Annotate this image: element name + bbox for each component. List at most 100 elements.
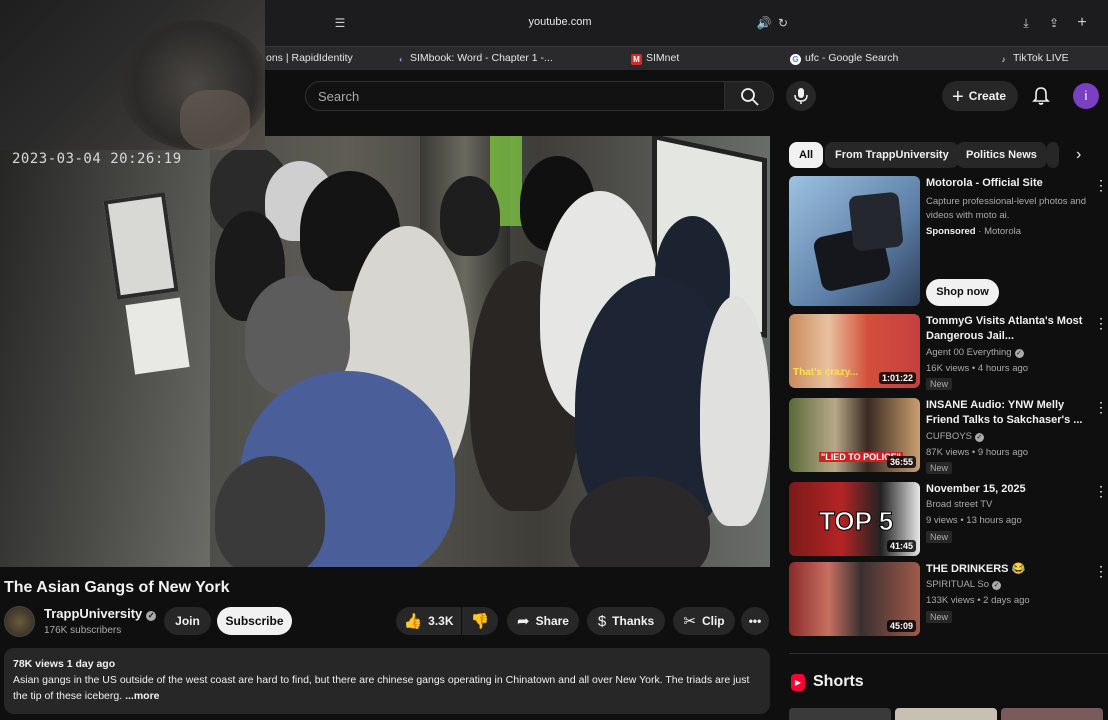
- search-button[interactable]: [724, 81, 774, 111]
- tab-google-search[interactable]: Gufc - Google Search: [790, 47, 898, 71]
- clip-button[interactable]: ✂ Clip: [673, 607, 735, 635]
- ad-sponsor-label: Sponsored · Motorola: [926, 226, 1022, 237]
- video-title: TommyG Visits Atlanta's Most Dangerous J…: [926, 315, 1083, 342]
- video-thumbnail[interactable]: "LIED TO POLICE" 36:55: [789, 398, 920, 472]
- tab-tiktok-live[interactable]: ♪ TikTok LIVE: [998, 47, 1069, 71]
- share-button[interactable]: ➦ Share: [507, 607, 579, 635]
- video-title: November 15, 2025: [926, 483, 1026, 495]
- chevron-right-icon[interactable]: ›: [1076, 146, 1081, 164]
- share-arrow-icon: ➦: [517, 613, 530, 630]
- ad-menu-icon[interactable]: ⋮: [1094, 178, 1108, 192]
- views-and-date: 78K views 1 day ago: [13, 658, 116, 670]
- like-button[interactable]: 👍 3.3K: [396, 607, 461, 635]
- video-thumbnail[interactable]: TOP 5 41:45: [789, 482, 920, 556]
- chip-all[interactable]: All: [789, 142, 824, 168]
- new-badge: New: [926, 378, 953, 390]
- video-meta: 87K views • 9 hours ago: [926, 447, 1029, 458]
- video-meta: 133K views • 2 days ago: [926, 595, 1030, 606]
- recommended-video[interactable]: "LIED TO POLICE" 36:55 INSANE Audio: YNW…: [789, 398, 1108, 474]
- new-badge: New: [926, 531, 953, 543]
- shorts-heading: Shorts: [813, 673, 864, 690]
- chip-from-channel[interactable]: From TrappUniversity: [825, 142, 959, 168]
- webcam-overlay: [0, 0, 265, 150]
- verified-icon: ✓: [992, 581, 1002, 590]
- video-menu-icon[interactable]: ⋮: [1094, 484, 1108, 498]
- new-tab-icon[interactable]: +: [1074, 15, 1090, 31]
- channel-name[interactable]: Agent 00 Everything ✓: [926, 347, 1024, 358]
- video-menu-icon[interactable]: ⋮: [1094, 400, 1108, 414]
- subscribe-button[interactable]: Subscribe: [217, 607, 292, 635]
- channel-name[interactable]: SPIRITUAL So ✓: [926, 579, 1002, 590]
- video-meta: 9 views • 13 hours ago: [926, 515, 1022, 526]
- thumbs-down-icon: 👎: [470, 613, 490, 630]
- thanks-icon: $: [597, 613, 607, 630]
- search-icon: [741, 88, 759, 106]
- tab-simbook[interactable]: ◖ SIMbook: Word - Chapter 1 -...: [395, 47, 553, 71]
- channel-name[interactable]: CUFBOYS ✓: [926, 431, 984, 442]
- shop-now-button[interactable]: Shop now: [926, 279, 999, 306]
- reload-icon[interactable]: ↻: [775, 15, 791, 31]
- downloads-icon[interactable]: ⤓: [1018, 15, 1034, 31]
- chip-overflow[interactable]: [1047, 142, 1059, 168]
- subscriber-count: 176K subscribers: [44, 625, 122, 636]
- new-badge: New: [926, 611, 953, 623]
- show-more-link[interactable]: ...more: [125, 690, 159, 702]
- thumbs-up-icon: 👍: [403, 613, 423, 630]
- audio-playing-icon[interactable]: 🔊: [756, 15, 772, 31]
- divider: [789, 653, 1108, 654]
- video-meta: 16K views • 4 hours ago: [926, 363, 1029, 374]
- short-thumbnail[interactable]: [895, 708, 997, 720]
- google-icon: G: [790, 54, 801, 65]
- video-title: The Asian Gangs of New York: [4, 579, 230, 596]
- recommended-video[interactable]: 45:09 THE DRINKERS 😂 SPIRITUAL So ✓ 133K …: [789, 562, 1108, 638]
- tab-simnet[interactable]: M SIMnet: [631, 47, 679, 71]
- video-menu-icon[interactable]: ⋮: [1094, 564, 1108, 578]
- chip-politics-news[interactable]: Politics News: [956, 142, 1047, 168]
- account-avatar[interactable]: i: [1073, 83, 1099, 109]
- join-button[interactable]: Join: [164, 607, 211, 635]
- duration-badge: 45:09: [886, 620, 916, 632]
- channel-name[interactable]: Broad street TV: [926, 499, 992, 510]
- new-badge: New: [926, 462, 953, 474]
- video-menu-icon[interactable]: ⋮: [1094, 316, 1108, 330]
- plus-icon: +: [952, 86, 964, 108]
- short-thumbnail[interactable]: [789, 708, 891, 720]
- more-horizontal-icon: •••: [748, 614, 762, 628]
- more-actions-button[interactable]: •••: [741, 607, 769, 635]
- video-thumbnail[interactable]: 45:09: [789, 562, 920, 636]
- duration-badge: 1:01:22: [878, 372, 916, 384]
- address-bar[interactable]: youtube.com: [470, 16, 650, 28]
- ad-title: Motorola - Official Site: [926, 177, 1043, 189]
- verified-icon: ✓: [146, 611, 157, 621]
- video-thumbnail[interactable]: That's crazy... 1:01:22: [789, 314, 920, 388]
- share-icon[interactable]: ⇪: [1046, 15, 1062, 31]
- video-title: THE DRINKERS 😂: [926, 563, 1026, 575]
- description-box[interactable]: 78K views 1 day ago Asian gangs in the U…: [4, 648, 770, 714]
- shorts-icon: ▶: [791, 674, 805, 691]
- notifications-bell-icon[interactable]: [1030, 85, 1052, 107]
- verified-icon: ✓: [1014, 349, 1024, 358]
- duration-badge: 41:45: [886, 540, 916, 552]
- voice-search-button[interactable]: [786, 81, 816, 111]
- duration-badge: 36:55: [886, 456, 916, 468]
- video-title: INSANE Audio: YNW Melly Friend Talks to …: [926, 399, 1083, 426]
- ad-thumbnail[interactable]: [789, 176, 920, 306]
- recommended-video[interactable]: That's crazy... 1:01:22 TommyG Visits At…: [789, 314, 1108, 390]
- create-button[interactable]: + Create: [942, 81, 1018, 111]
- dislike-button[interactable]: 👎: [462, 607, 498, 635]
- video-player[interactable]: 2023-03-04 20:26:19: [0, 136, 770, 567]
- channel-name[interactable]: TrappUniversity ✓: [44, 606, 157, 621]
- ad-description: Capture professional-level photos and vi…: [926, 196, 1087, 221]
- simnet-icon: M: [631, 54, 642, 65]
- search-input[interactable]: Search: [305, 81, 724, 111]
- tiktok-icon: ♪: [1001, 55, 1006, 64]
- cctv-timestamp: 2023-03-04 20:26:19: [12, 151, 182, 167]
- short-thumbnail[interactable]: [1001, 708, 1103, 720]
- thanks-button[interactable]: $ Thanks: [587, 607, 665, 635]
- scissors-icon: ✂: [683, 613, 696, 630]
- sponsored-ad[interactable]: Motorola - Official Site Capture profess…: [789, 176, 1108, 306]
- page-menu-icon[interactable]: ☰: [332, 15, 348, 31]
- tab-rapididentity[interactable]: ons | RapidIdentity: [266, 47, 353, 71]
- recommended-video[interactable]: TOP 5 41:45 November 15, 2025 Broad stre…: [789, 482, 1108, 558]
- channel-avatar[interactable]: [4, 606, 35, 637]
